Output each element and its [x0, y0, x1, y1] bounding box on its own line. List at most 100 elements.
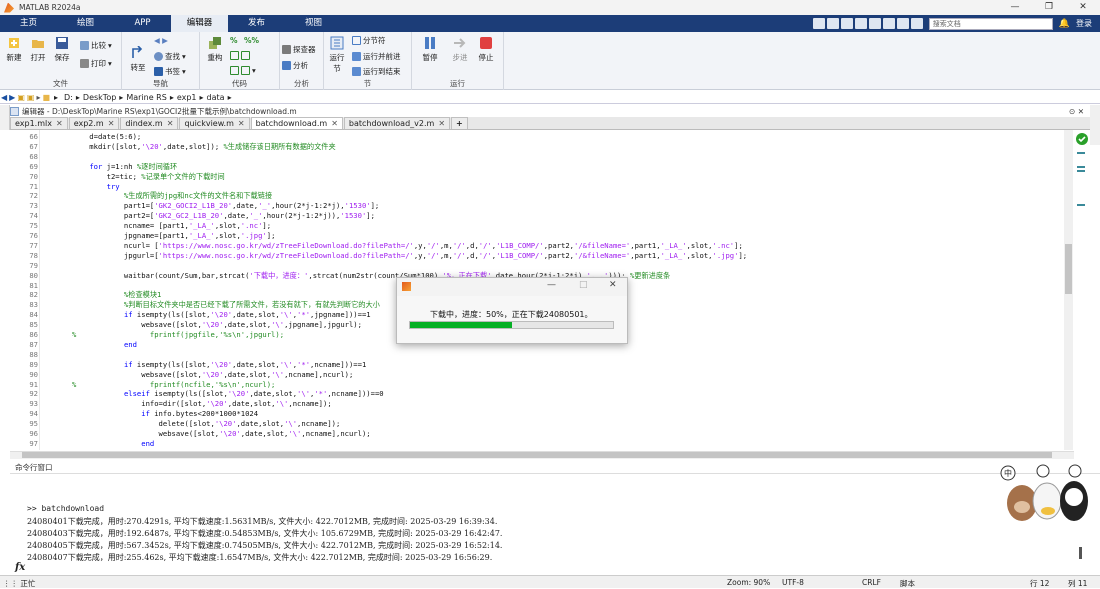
code-line[interactable]: ncurl= ['https://www.nosc.go.kr/wd/zTree…: [72, 241, 743, 250]
code-line[interactable]: d=date(5:6);: [72, 132, 141, 141]
tab-apps[interactable]: APP: [114, 15, 171, 32]
code-line[interactable]: jpgurl=['https://www.nosc.go.kr/wd/zTree…: [72, 251, 747, 260]
path-segment-desktop[interactable]: DeskTop: [83, 93, 116, 102]
split-section-button[interactable]: 分节符: [352, 35, 386, 46]
browse-icon[interactable]: ▣: [27, 93, 35, 102]
compare-button[interactable]: 比较 ▾: [80, 40, 112, 51]
code-line[interactable]: if isempty(ls([slot,'\20',date,slot,'\',…: [72, 360, 366, 369]
code-line[interactable]: if isempty(ls([slot,'\20',date,slot,'\',…: [72, 310, 371, 319]
path-segment-data[interactable]: data: [207, 93, 225, 102]
quick-cut-icon[interactable]: [826, 18, 839, 29]
editor-options-icon[interactable]: ⊙ ✕: [1069, 107, 1084, 116]
run-to-end-button[interactable]: 运行到结束: [352, 66, 401, 77]
quick-copy-icon[interactable]: [840, 18, 853, 29]
code-line[interactable]: % fprintf(ncfile,'%s\n',ncurl);: [72, 380, 275, 389]
goto-button[interactable]: 转至: [128, 46, 148, 73]
code-line[interactable]: t2=tic; %记录单个文件的下载时间: [72, 172, 225, 182]
doc-tab[interactable]: exp2.m ✕: [68, 117, 120, 129]
print-button[interactable]: 打印 ▾: [80, 58, 112, 69]
back-forward-icon[interactable]: ◀ ▶: [154, 36, 168, 45]
doc-tab-active[interactable]: batchdownload.m ✕: [250, 117, 343, 129]
analyze-button[interactable]: 分析: [282, 60, 308, 71]
tab-plots[interactable]: 绘图: [57, 15, 114, 32]
code-line[interactable]: ncname= [part1,'_LA_',slot,'.nc'];: [72, 221, 271, 230]
quick-save-icon[interactable]: [812, 18, 825, 29]
new-button[interactable]: 新建: [4, 36, 24, 63]
code-line[interactable]: part1=['GK2_GOCI2_L1B_20',date,'_',hour(…: [72, 201, 379, 210]
forward-icon[interactable]: ▶: [9, 93, 15, 102]
code-line[interactable]: websave([slot,'\20',date,slot,'\',ncname…: [72, 370, 353, 379]
refactor-button[interactable]: 重构: [204, 36, 226, 63]
run-section-button[interactable]: 运行节: [327, 36, 347, 74]
code-line[interactable]: %检查模块1: [72, 290, 161, 300]
stop-button[interactable]: 停止: [476, 36, 496, 63]
code-line[interactable]: if info.bytes<200*1000*1024: [72, 409, 258, 418]
explorer-button[interactable]: 探查器: [282, 44, 316, 55]
indent-button[interactable]: [230, 51, 250, 60]
maximize-button[interactable]: ❐: [1032, 0, 1066, 15]
doc-tab[interactable]: batchdownload_v2.m ✕: [343, 117, 451, 129]
back-icon[interactable]: ◀: [1, 93, 7, 102]
path-segment-drive[interactable]: D:: [64, 93, 73, 102]
dialog-titlebar[interactable]: — □ ✕: [397, 278, 627, 296]
code-line[interactable]: jpgname=[part1,'_LA_',slot,'.jpg'];: [72, 231, 275, 240]
quick-paste-icon[interactable]: [854, 18, 867, 29]
code-line[interactable]: try: [72, 182, 120, 191]
notification-bell-icon[interactable]: 🔔: [1059, 19, 1070, 29]
dialog-close-button[interactable]: ✕: [609, 280, 617, 290]
code-line[interactable]: elseif isempty(ls([slot,'\20',date,slot,…: [72, 389, 384, 398]
path-segment-marine[interactable]: Marine RS: [126, 93, 167, 102]
code-line[interactable]: websave([slot,'\20',date,slot,'\',jpgnam…: [72, 320, 362, 329]
quick-undo-icon[interactable]: [868, 18, 881, 29]
search-input[interactable]: 搜索文档: [928, 17, 1053, 30]
up-folder-icon[interactable]: ▣: [17, 93, 25, 102]
tab-view[interactable]: 视图: [285, 15, 342, 32]
quick-help-icon[interactable]: [910, 18, 923, 29]
code-line[interactable]: mkdir([slot,'\20',date,slot]); %生成储存该日期所…: [72, 142, 335, 152]
path-segment-exp1[interactable]: exp1: [177, 93, 197, 102]
workspace-side-tab[interactable]: [1090, 105, 1100, 145]
command-window[interactable]: >> batchdownload 24080401下载完成，用时:270.429…: [10, 474, 1084, 574]
pause-button[interactable]: 暂停: [418, 36, 442, 63]
doc-tab[interactable]: quickview.m ✕: [179, 117, 250, 129]
group-label-section: 节: [363, 79, 372, 88]
tab-publish[interactable]: 发布: [228, 15, 285, 32]
comment-button[interactable]: %: [230, 36, 238, 45]
close-button[interactable]: ✕: [1066, 0, 1100, 15]
minimize-button[interactable]: —: [998, 0, 1032, 15]
code-line[interactable]: end: [72, 340, 137, 349]
current-folder-side-tab[interactable]: [0, 105, 10, 130]
fx-icon[interactable]: fx: [15, 562, 25, 573]
code-line[interactable]: part2=['GK2_GC2_L1B_20',date,'_',hour(2*…: [72, 211, 375, 220]
code-line[interactable]: end: [72, 439, 154, 448]
path-root-icon[interactable]: ▸: [36, 93, 40, 102]
code-line[interactable]: %生成所需的jpg和nc文件的文件名和下载链接: [72, 191, 272, 201]
step-button[interactable]: 步进: [450, 36, 470, 63]
editor-hscroll-thumb[interactable]: [22, 452, 1052, 458]
doc-tab[interactable]: dindex.m ✕: [120, 117, 179, 129]
save-button[interactable]: 保存: [52, 36, 72, 63]
code-line[interactable]: websave([slot,'\20',date,slot,'\',ncname…: [72, 429, 371, 438]
open-button[interactable]: 打开: [28, 36, 48, 63]
code-line[interactable]: for j=1:nh %逐时间循环: [72, 162, 177, 172]
run-advance-button[interactable]: 运行并前进: [352, 51, 401, 62]
bookmark-button[interactable]: 书签 ▾: [154, 66, 186, 77]
format-button[interactable]: ▾: [230, 66, 256, 75]
ribbon-group-run: 暂停 步进 停止 运行: [412, 32, 504, 90]
editor-scroll-thumb[interactable]: [1065, 244, 1072, 294]
new-tab-button[interactable]: +: [451, 117, 468, 129]
doc-tab[interactable]: exp1.mlx ✕: [10, 117, 68, 129]
code-line[interactable]: %判断目标文件夹中是否已经下载了所需文件，若没有就下，有就先判断它的大小: [72, 300, 380, 310]
tab-home[interactable]: 主页: [0, 15, 57, 32]
login-button[interactable]: 登录: [1076, 18, 1092, 29]
quick-redo-icon[interactable]: [882, 18, 895, 29]
tab-editor[interactable]: 编辑器: [171, 15, 228, 32]
find-button[interactable]: 查找 ▾: [154, 51, 186, 62]
quick-switch-icon[interactable]: [896, 18, 909, 29]
dialog-minimize-button[interactable]: —: [547, 280, 556, 290]
code-line[interactable]: % fprintf(jpgfile,'%s\n',jpgurl);: [72, 330, 284, 339]
code-line[interactable]: info=dir([slot,'\20',date,slot,'\',ncnam…: [72, 399, 331, 408]
code-line[interactable]: delete([slot,'\20',date,slot,'\',ncname]…: [72, 419, 341, 428]
section-comment-button[interactable]: %%: [244, 36, 259, 45]
dialog-maximize-button[interactable]: □: [579, 280, 588, 290]
